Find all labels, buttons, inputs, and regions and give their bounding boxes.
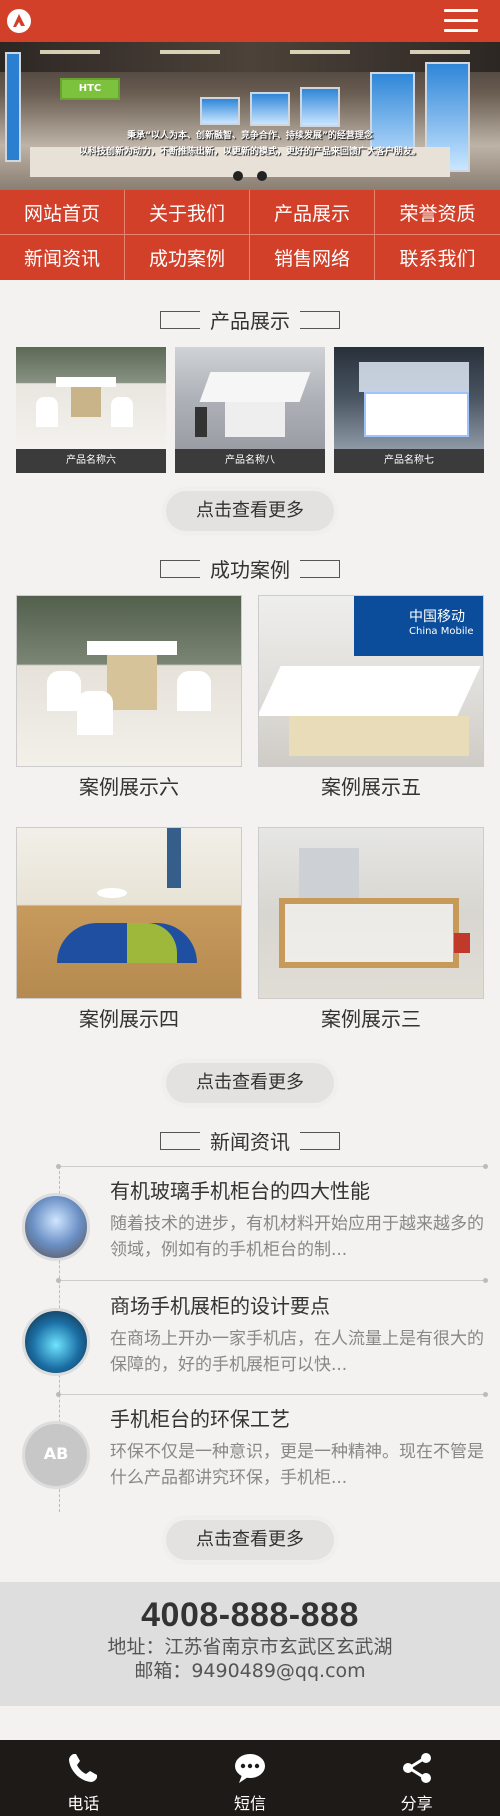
news-more-button[interactable]: 点击查看更多 xyxy=(166,1520,334,1560)
nav-item-cases[interactable]: 成功案例 xyxy=(125,235,250,280)
section-title-cases: 成功案例 xyxy=(0,557,500,583)
china-mobile-sign: 中国移动 China Mobile xyxy=(354,596,483,656)
footer-tab-phone[interactable]: 电话 xyxy=(0,1740,167,1816)
case-card[interactable]: 案例展示四 xyxy=(16,827,242,1031)
hamburger-menu-icon[interactable] xyxy=(444,9,478,33)
news-title[interactable]: 手机柜台的环保工艺 xyxy=(110,1405,290,1433)
product-caption: 产品名称八 xyxy=(175,449,325,473)
contact-info: 4008-888-888 地址：江苏省南京市玄武区玄武湖 邮箱：9490489@… xyxy=(0,1582,500,1706)
case-card[interactable]: 中国移动 China Mobile 案例展示五 xyxy=(258,595,484,799)
news-title[interactable]: 有机玻璃手机柜台的四大性能 xyxy=(110,1177,370,1205)
news-thumbnail xyxy=(22,1308,90,1376)
nav-item-products[interactable]: 产品展示 xyxy=(250,190,375,235)
product-card[interactable]: 产品名称八 xyxy=(175,347,325,473)
case-label: 案例展示四 xyxy=(79,1007,179,1031)
logo-icon[interactable] xyxy=(7,9,31,33)
nav-item-contact[interactable]: 联系我们 xyxy=(375,235,500,280)
section-title-products: 产品展示 xyxy=(0,308,500,334)
news-title[interactable]: 商场手机展柜的设计要点 xyxy=(110,1292,330,1320)
nav-item-news[interactable]: 新闻资讯 xyxy=(0,235,125,280)
nav-item-home[interactable]: 网站首页 xyxy=(0,190,125,235)
product-caption: 产品名称六 xyxy=(16,449,166,473)
cases-more-button[interactable]: 点击查看更多 xyxy=(166,1063,334,1103)
banner-slogan: 秉承“以人为本、创新融智、竞争合作、持续发展”的经营理念 以科技创新为动力，不断… xyxy=(78,131,421,157)
nav-item-sales-network[interactable]: 销售网络 xyxy=(250,235,375,280)
product-image xyxy=(16,347,166,449)
case-label: 案例展示三 xyxy=(321,1007,421,1031)
product-image xyxy=(334,347,484,449)
news-summary: 环保不仅是一种意识，更是一种精神。现在不管是什么产品都讲究环保，手机柜... xyxy=(110,1442,484,1488)
email-text: 邮箱：9490489@qq.com xyxy=(134,1660,366,1682)
case-image xyxy=(16,827,242,999)
news-summary: 随着技术的进步，有机材料开始应用于越来越多的领域，例如有的手机柜台的制... xyxy=(110,1214,484,1260)
banner-dot-1[interactable] xyxy=(233,171,244,181)
footer-tab-sms[interactable]: 短信 xyxy=(167,1740,334,1816)
top-header xyxy=(0,0,500,42)
sms-icon xyxy=(235,1754,265,1783)
footer-tab-share[interactable]: 分享 xyxy=(333,1740,500,1816)
product-caption: 产品名称七 xyxy=(334,449,484,473)
news-summary: 在商场上开办一家手机店，在人流量上是有很大的保障的，好的手机展柜可以快... xyxy=(110,1329,484,1375)
bottom-toolbar: 电话 短信 分享 xyxy=(0,1740,500,1816)
case-image xyxy=(258,827,484,999)
hero-banner[interactable]: HTC 秉承“以人为本、创新融智、竞争合作、持续发展”的经营理念 以科技创新为动… xyxy=(0,42,500,190)
share-icon xyxy=(402,1753,431,1783)
product-image xyxy=(175,347,325,449)
address-text: 地址：江苏省南京市玄武区玄武湖 xyxy=(107,1636,393,1658)
case-card[interactable]: 案例展示六 xyxy=(16,595,242,799)
products-more-button[interactable]: 点击查看更多 xyxy=(166,491,334,531)
case-label: 案例展示五 xyxy=(321,775,421,799)
news-thumbnail: AB xyxy=(22,1421,90,1489)
phone-icon xyxy=(69,1754,98,1782)
section-title-news: 新闻资讯 xyxy=(0,1129,500,1155)
main-nav: 网站首页 关于我们 产品展示 荣誉资质 新闻资讯 成功案例 销售网络 联系我们 xyxy=(0,190,500,280)
hotline-number[interactable]: 4008-888-888 xyxy=(0,1595,500,1635)
timeline-divider xyxy=(56,1392,488,1397)
case-card[interactable]: 案例展示三 xyxy=(258,827,484,1031)
nav-item-about[interactable]: 关于我们 xyxy=(125,190,250,235)
product-card[interactable]: 产品名称六 xyxy=(16,347,166,473)
timeline-divider xyxy=(56,1164,488,1169)
news-thumbnail xyxy=(22,1193,90,1261)
nav-item-honors[interactable]: 荣誉资质 xyxy=(375,190,500,235)
banner-dot-2[interactable] xyxy=(256,171,267,181)
product-card[interactable]: 产品名称七 xyxy=(334,347,484,473)
case-label: 案例展示六 xyxy=(79,775,179,799)
case-image xyxy=(16,595,242,767)
timeline-divider xyxy=(56,1278,488,1283)
brand-sign: HTC xyxy=(60,78,120,100)
case-image: 中国移动 China Mobile xyxy=(258,595,484,767)
banner-pagination xyxy=(0,166,500,185)
